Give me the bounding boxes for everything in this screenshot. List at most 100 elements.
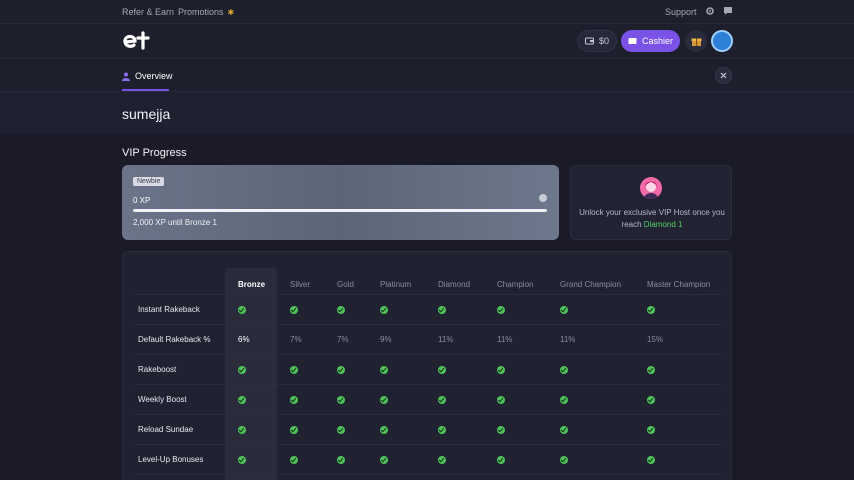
check-icon [380,456,388,464]
top-bar: Refer & Earn Promotions ✱ Support [0,0,854,24]
gift-icon [691,38,701,46]
active-tab-indicator [122,89,169,91]
vip-host-avatar [640,177,662,199]
tier-header-diamond: Diamond [438,280,471,289]
xp-until-next: 2,000 XP until Bronze 1 [133,218,217,227]
tier-header-gold: Gold [337,280,354,289]
check-icon [380,426,388,434]
benefit-label: Reload Sundae [138,425,194,434]
row-divider [135,384,721,385]
check-icon [238,396,246,404]
refer-earn-link[interactable]: Refer & Earn [122,7,174,17]
current-tier-column [225,268,277,480]
support-link[interactable]: Support [665,7,697,17]
rakeback-value: 15% [647,335,664,344]
rakeback-value: 11% [560,335,576,344]
check-icon [238,366,246,374]
check-icon [290,426,298,434]
rakeback-value: 11% [438,335,454,344]
check-icon [337,366,345,374]
check-icon [560,426,568,434]
vip-host-tier: Diamond 1 [643,220,683,229]
cashier-button[interactable]: Cashier [621,30,680,52]
tier-header-master-champion: Master Champion [647,280,711,289]
user-icon [122,72,130,81]
rank-badge: Newbie [133,177,165,186]
row-divider [135,444,721,445]
rakeback-value: 7% [290,335,302,344]
vip-host-text: Unlock your exclusive VIP Host once you … [577,207,727,231]
row-divider [135,354,721,355]
check-icon [290,456,298,464]
check-icon [438,366,446,374]
promotions-label: Promotions [178,7,224,17]
tier-header-platinum: Platinum [380,280,412,289]
check-icon [380,306,388,314]
check-icon [380,366,388,374]
chat-icon[interactable] [723,6,733,16]
check-icon [647,426,655,434]
check-icon [497,426,505,434]
benefit-label: Weekly Boost [138,395,187,404]
tier-benefits-table: Bronze Silver Gold Platinum Diamond Champion G… [122,251,732,480]
benefit-label: Instant Rakeback [138,305,200,314]
main-header: $0 Cashier [0,24,854,59]
check-icon [337,396,345,404]
gear-icon[interactable] [705,6,715,16]
wallet-icon [628,38,637,44]
rakeback-value: 7% [337,335,349,344]
cashier-label: Cashier [641,36,673,46]
check-icon [560,396,568,404]
check-icon [290,396,298,404]
check-icon [647,396,655,404]
rewards-button[interactable] [685,30,707,52]
row-divider [135,294,721,295]
check-icon [238,456,246,464]
section-title: VIP Progress [122,147,187,159]
rakeback-value: 9% [380,335,392,344]
check-icon [290,366,298,374]
check-icon [560,306,568,314]
check-icon [337,456,345,464]
check-icon [438,396,446,404]
tier-header-bronze: Bronze [238,280,266,289]
tab-overview[interactable]: Overview [122,60,173,92]
rakeback-value: 11% [497,335,513,344]
check-icon [497,306,505,314]
check-icon [238,426,246,434]
balance-button[interactable]: $0 [577,30,617,52]
tier-header-champion: Champion [497,280,534,289]
check-icon [438,426,446,434]
tab-overview-label: Overview [135,71,173,81]
check-icon [497,366,505,374]
check-icon [238,306,246,314]
check-icon [560,366,568,374]
vip-progress-card: Newbie 0 XP 2,000 XP until Bronze 1 [122,165,559,240]
xp-value: 0 XP [133,196,151,205]
user-avatar[interactable] [711,30,733,52]
check-icon [337,306,345,314]
check-icon [497,456,505,464]
sparkle-icon: ✱ [227,8,235,17]
profile-banner: sumejja [0,92,854,134]
close-icon [720,72,727,79]
vip-host-card: Unlock your exclusive VIP Host once you … [570,165,732,240]
benefit-label: Level-Up Bonuses [138,455,204,464]
check-icon [647,366,655,374]
row-divider [135,414,721,415]
check-icon [497,396,505,404]
site-logo[interactable] [122,29,152,51]
tab-bar: Overview [0,60,854,92]
xp-progress-bar [133,209,547,212]
info-icon[interactable] [539,194,547,202]
check-icon [560,456,568,464]
wallet-icon [584,37,594,45]
promotions-link[interactable]: Promotions ✱ [178,7,234,17]
username: sumejja [122,106,171,122]
check-icon [647,306,655,314]
row-divider [135,324,721,325]
benefit-label: Default Rakeback % [138,335,211,344]
row-divider [135,474,721,475]
check-icon [647,456,655,464]
close-button[interactable] [715,67,732,84]
